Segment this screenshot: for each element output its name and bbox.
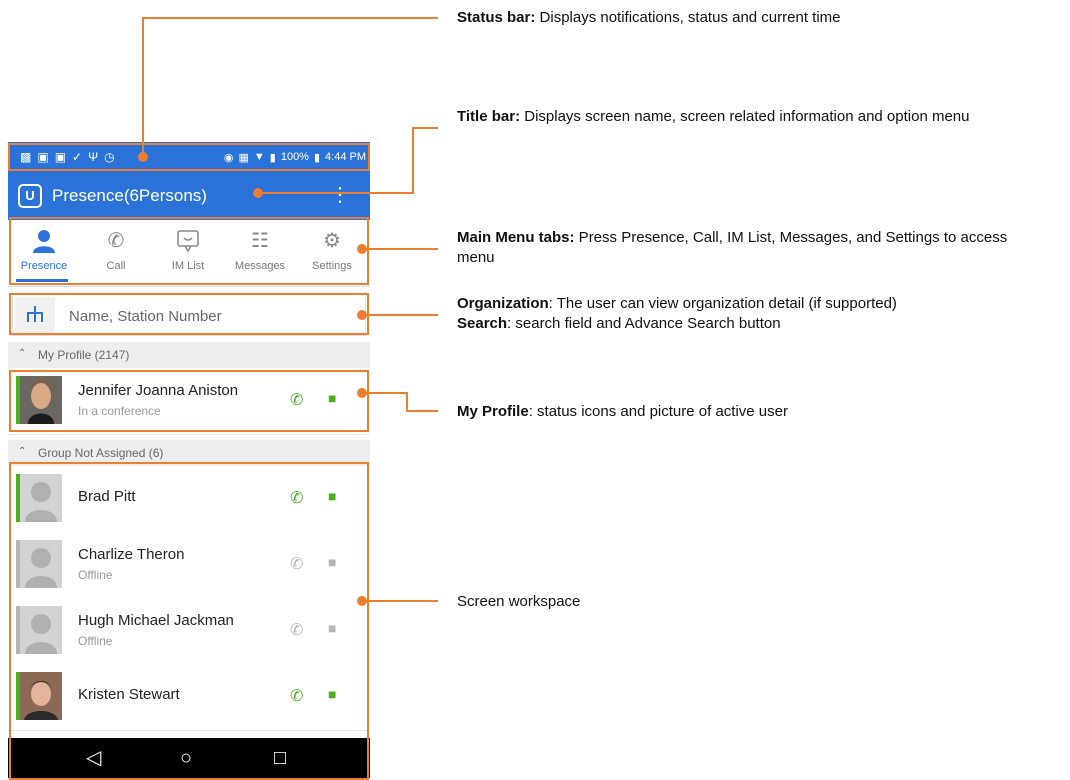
- callout-line: [142, 17, 438, 19]
- my-profile-description: My Profile: status icons and picture of …: [457, 402, 1017, 422]
- group-title: Group Not Assigned (6): [38, 446, 164, 460]
- workspace-description: Screen workspace: [457, 592, 1017, 612]
- desc-text: : search field and Advance Search button: [507, 315, 781, 332]
- desc-term: My Profile: [457, 403, 529, 420]
- desc-term: Title bar:: [457, 108, 521, 125]
- title-bar-description: Title bar: Displays screen name, screen …: [457, 107, 1067, 127]
- chevron-up-icon: ⌃: [18, 446, 27, 457]
- desc-text: Displays screen name, screen related inf…: [520, 108, 970, 125]
- callout-line: [406, 410, 438, 412]
- desc-text: : status icons and picture of active use…: [528, 403, 788, 420]
- desc-text: Displays notifications, status and curre…: [535, 9, 841, 26]
- app-logo: U: [18, 184, 42, 208]
- callout-line: [258, 192, 414, 194]
- overflow-menu-icon[interactable]: ⋮: [330, 184, 350, 206]
- page-title: Presence(6Persons): [52, 186, 207, 205]
- main-menu-description: Main Menu tabs: Press Presence, Call, IM…: [457, 228, 1017, 268]
- callout-line: [362, 392, 408, 394]
- workspace-callout: [9, 462, 369, 780]
- callout-line: [412, 127, 438, 129]
- desc-text: : The user can view organization detail …: [548, 295, 897, 312]
- callout-line: [142, 17, 144, 155]
- desc-term: Search: [457, 315, 508, 332]
- main-menu-callout: [9, 217, 369, 285]
- desc-text: Screen workspace: [457, 593, 581, 610]
- status-bar-description: Status bar: Displays notifications, stat…: [457, 8, 1057, 28]
- my-profile-callout: [9, 370, 369, 432]
- callout-line: [362, 314, 438, 316]
- desc-term: Organization: [457, 295, 549, 312]
- organization-description: Organization: The user can view organiza…: [457, 294, 1017, 334]
- search-callout: [9, 293, 369, 335]
- title-bar: U Presence(6Persons) ⋮: [8, 172, 370, 220]
- callout-line: [362, 248, 438, 250]
- desc-term: Main Menu tabs:: [457, 229, 575, 246]
- callout-line: [412, 127, 414, 194]
- status-bar-callout: [8, 143, 370, 171]
- my-profile-header[interactable]: ⌃ My Profile (2147): [8, 342, 370, 368]
- chevron-up-icon: ⌃: [18, 348, 27, 359]
- desc-term: Status bar:: [457, 9, 536, 26]
- group-title: My Profile (2147): [38, 348, 130, 362]
- callout-line: [362, 600, 438, 602]
- callout-line: [406, 392, 408, 412]
